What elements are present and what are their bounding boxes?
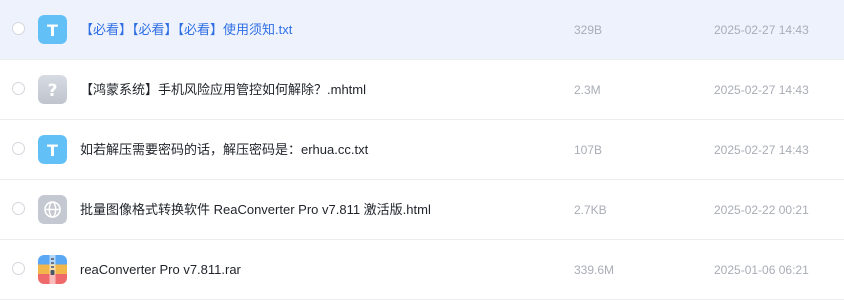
file-size: 107B (574, 143, 603, 157)
row-checkbox[interactable] (12, 142, 25, 155)
file-name-link[interactable]: reaConverter Pro v7.811.rar (80, 261, 241, 279)
file-row[interactable]: ? 【鸿蒙系统】手机风险应用管控如何解除？.mhtml 2.3M 2025-02… (0, 60, 844, 120)
archive-file-icon (38, 255, 67, 284)
svg-text:T: T (47, 21, 58, 40)
file-row[interactable]: T 【必看】【必看】【必看】使用须知.txt 329B 2025-02-27 1… (0, 0, 844, 60)
file-list: T 【必看】【必看】【必看】使用须知.txt 329B 2025-02-27 1… (0, 0, 844, 300)
file-row[interactable]: reaConverter Pro v7.811.rar 339.6M 2025-… (0, 240, 844, 300)
row-checkbox[interactable] (12, 262, 25, 275)
row-checkbox[interactable] (12, 22, 25, 35)
web-file-icon (38, 195, 67, 224)
file-name-link[interactable]: 批量图像格式转换软件 ReaConverter Pro v7.811 激活版.h… (80, 201, 431, 219)
file-name-link[interactable]: 【鸿蒙系统】手机风险应用管控如何解除？.mhtml (80, 81, 366, 99)
file-date: 2025-02-27 14:43 (714, 23, 809, 37)
file-date: 2025-02-22 00:21 (714, 203, 809, 217)
file-row[interactable]: 批量图像格式转换软件 ReaConverter Pro v7.811 激活版.h… (0, 180, 844, 240)
text-file-icon: T (38, 15, 67, 44)
row-checkbox[interactable] (12, 202, 25, 215)
file-size: 329B (574, 23, 603, 37)
svg-text:?: ? (48, 81, 58, 101)
svg-text:T: T (47, 141, 58, 160)
file-date: 2025-02-27 14:43 (714, 83, 809, 97)
file-row[interactable]: T 如若解压需要密码的话，解压密码是：erhua.cc.txt 107B 202… (0, 120, 844, 180)
file-date: 2025-02-27 14:43 (714, 143, 809, 157)
unknown-file-icon: ? (38, 75, 67, 104)
file-size: 2.3M (574, 83, 601, 97)
file-name-link[interactable]: 【必看】【必看】【必看】使用须知.txt (80, 21, 292, 39)
file-date: 2025-01-06 06:21 (714, 263, 809, 277)
file-name-link[interactable]: 如若解压需要密码的话，解压密码是：erhua.cc.txt (80, 141, 368, 159)
file-size: 2.7KB (574, 203, 607, 217)
file-size: 339.6M (574, 263, 615, 277)
text-file-icon: T (38, 135, 67, 164)
row-checkbox[interactable] (12, 82, 25, 95)
